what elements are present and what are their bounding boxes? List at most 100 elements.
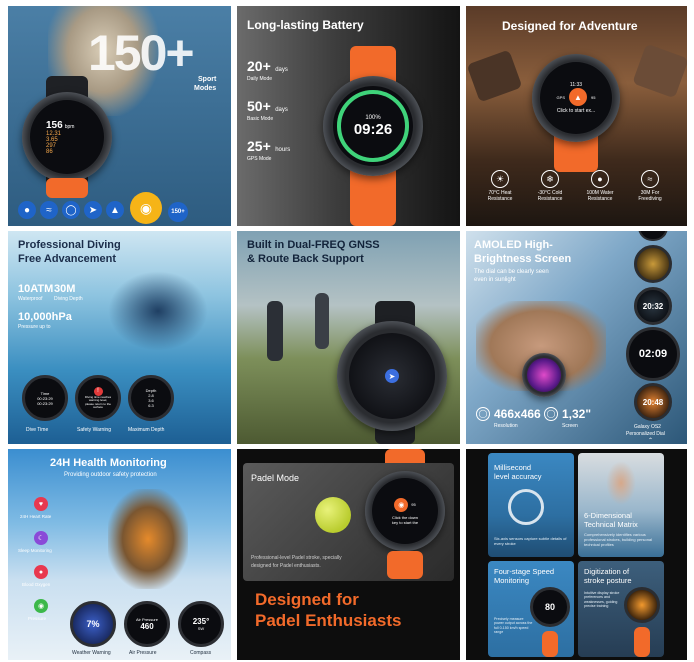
hiker-2: [315, 293, 329, 349]
panel-gnss: Built in Dual-FREQ GNSS & Route Back Sup…: [237, 231, 460, 444]
swim-icon: ≈: [40, 201, 58, 219]
caption-line-2: Personalized Dial: [626, 431, 665, 437]
caption-line-1: Sport: [198, 76, 217, 83]
feature-card-2: Four-stage Speed Monitoring 80 Precisely…: [488, 561, 574, 657]
dial-time-1: 02:09: [638, 348, 668, 360]
oxygen-icon: ●: [34, 565, 48, 579]
card3-title-line-1: Digitization of: [584, 567, 630, 576]
dial3-dir: SW: [197, 626, 205, 631]
sleep-icon: ☾: [34, 531, 48, 545]
watch-face: [527, 358, 561, 392]
card-text-line-2: designed for Padel enthusiasts.: [251, 563, 321, 569]
cold-icon: ❄: [541, 170, 559, 188]
feature-card-1: 6-Dimensional Technical Matrix Comprehen…: [578, 453, 664, 557]
subtitle-line-2: even in sunlight: [474, 277, 516, 283]
watch-face: 11:33 GPS ▲ 95 Click to start ex...: [540, 62, 612, 134]
dial-weather: 7%: [70, 601, 116, 647]
posture-watch-band: [634, 627, 650, 657]
watch-unit: bpm: [64, 123, 75, 130]
title-line-2: Free Advancement: [18, 253, 117, 265]
panel-title: Long-lasting Battery: [247, 18, 364, 32]
watch-face: 156 bpm 12.31 3.65 297 86: [30, 100, 104, 174]
card3-title-line-2: stroke posture: [584, 576, 632, 585]
item-3-label: Pressure: [28, 616, 47, 621]
resolution-label: Resolution: [494, 423, 518, 429]
dial-max-depth: Depth 2.8 3.6 6.3: [128, 375, 174, 421]
stat1-label: Waterproof: [18, 296, 43, 302]
stat3-label: Pressure up to: [18, 324, 51, 330]
dial-time-0: 20:32: [642, 301, 664, 311]
dial1-value: 7%: [86, 619, 100, 629]
feature-0: ☀ 70°C Heat Resistance: [480, 170, 520, 203]
title-line-1: Professional Diving: [18, 239, 121, 251]
headline-line-1: Designed for: [255, 590, 359, 609]
panel-title: 24H Health Monitoring: [50, 457, 167, 469]
dial-thumb-3: 02:09: [626, 327, 680, 381]
label-compass: Compass: [190, 650, 212, 656]
feature-3-line2: Freediving: [638, 195, 662, 202]
card2-title-line-2: Monitoring: [494, 576, 530, 585]
watch-value: 95: [591, 94, 596, 100]
card0-title-line-1: Millisecond: [494, 463, 532, 472]
navigation-icon: ➤: [385, 369, 399, 383]
watch-gps: GPS: [556, 94, 565, 100]
panel-health: 24H Health Monitoring Providing outdoor …: [8, 449, 231, 660]
stat-2-unit: hours: [275, 147, 291, 153]
title-line-1: AMOLED High-: [474, 239, 553, 251]
panel-padel: Padel Mode Professional-level Padel stro…: [237, 449, 460, 660]
resolution-icon: ◯: [476, 407, 490, 421]
heart-icon: ♥: [34, 497, 48, 511]
dial-thumb-4: 20:48: [634, 383, 672, 421]
stat1-value: 10ATM: [18, 283, 54, 295]
label-weather: Weather Warning: [72, 650, 111, 656]
stat2-label: Diving Depth: [54, 296, 83, 302]
rock-left: [466, 49, 523, 103]
stat-1-value: 50+: [247, 98, 271, 114]
water-icon: ●: [591, 170, 609, 188]
feature-0-line2: Resistance: [487, 195, 513, 202]
panel-amoled: AMOLED High- Brightness Screen The dial …: [466, 231, 687, 444]
card1-title-line-2: Technical Matrix: [584, 520, 638, 529]
card0-text: Six-axis sensors capture subtle details …: [494, 536, 567, 546]
card3-text: Intuitive display stroke preferences and…: [584, 591, 620, 608]
feature-1: ❄ -30°C Cold Resistance: [530, 170, 570, 203]
watch-prompt: Click to start ex...: [556, 108, 596, 114]
item-0-label: 24H Heart Rate: [20, 514, 52, 519]
chevron-up-icon: ⌃: [648, 438, 654, 444]
dial-thumb-1: [634, 245, 672, 283]
dial-time-2: 20:48: [642, 397, 664, 407]
stat-0-label: Daily Mode: [247, 76, 273, 82]
stat-2-value: 25+: [247, 138, 271, 154]
watch-face: ◉ 95 Click the down key to start the: [372, 478, 438, 544]
feature-2-line2: Resistance: [587, 195, 613, 202]
watch-value-0: 156: [46, 119, 63, 131]
dial-thumb-0: [638, 231, 668, 241]
resolution-value: 466x466: [494, 407, 541, 421]
screen-value: 1,32": [562, 407, 592, 421]
feature-2: ● 100M Water Resistance: [580, 170, 620, 203]
panel-subtitle: Providing outdoor safety protection: [64, 472, 157, 478]
headline-line-2: Padel Enthusiasts: [255, 611, 402, 630]
stat-0: 20+ days Daily Mode: [247, 58, 288, 82]
padel-icon: ◉: [394, 497, 409, 512]
cycle-icon: ◯: [62, 201, 80, 219]
card1-title-line-1: 6-Dimensional: [584, 511, 632, 520]
label-safety-warning: Safety Warning: [77, 427, 111, 433]
item-1-label: Sleep Monitoring: [18, 548, 52, 553]
watch-value: 95: [411, 502, 416, 507]
posture-dial: [624, 587, 660, 623]
card2-text: Precisely measure power output across th…: [494, 617, 533, 634]
dial-thumb-2: 20:32: [634, 287, 672, 325]
dial1-value-1: 00:23:29: [37, 400, 53, 406]
player-silhouette: [606, 461, 636, 505]
stat3-value: 10,000hPa: [18, 311, 72, 323]
panel-padel-features: Millisecond level accuracy Six-axis sens…: [466, 449, 687, 660]
dial2-value: 460: [140, 622, 154, 631]
stat-2-label: GPS Mode: [247, 156, 272, 162]
modes-badge: 150+: [168, 202, 188, 222]
watch-face: 100% 09:26: [333, 86, 413, 166]
card-text-line-1: Professional-level Padel stroke, special…: [251, 555, 342, 561]
card-title: Padel Mode: [251, 473, 300, 483]
speed-dial: 80: [530, 587, 570, 627]
title-line-1: Built in Dual-FREQ GNSS: [247, 239, 380, 251]
